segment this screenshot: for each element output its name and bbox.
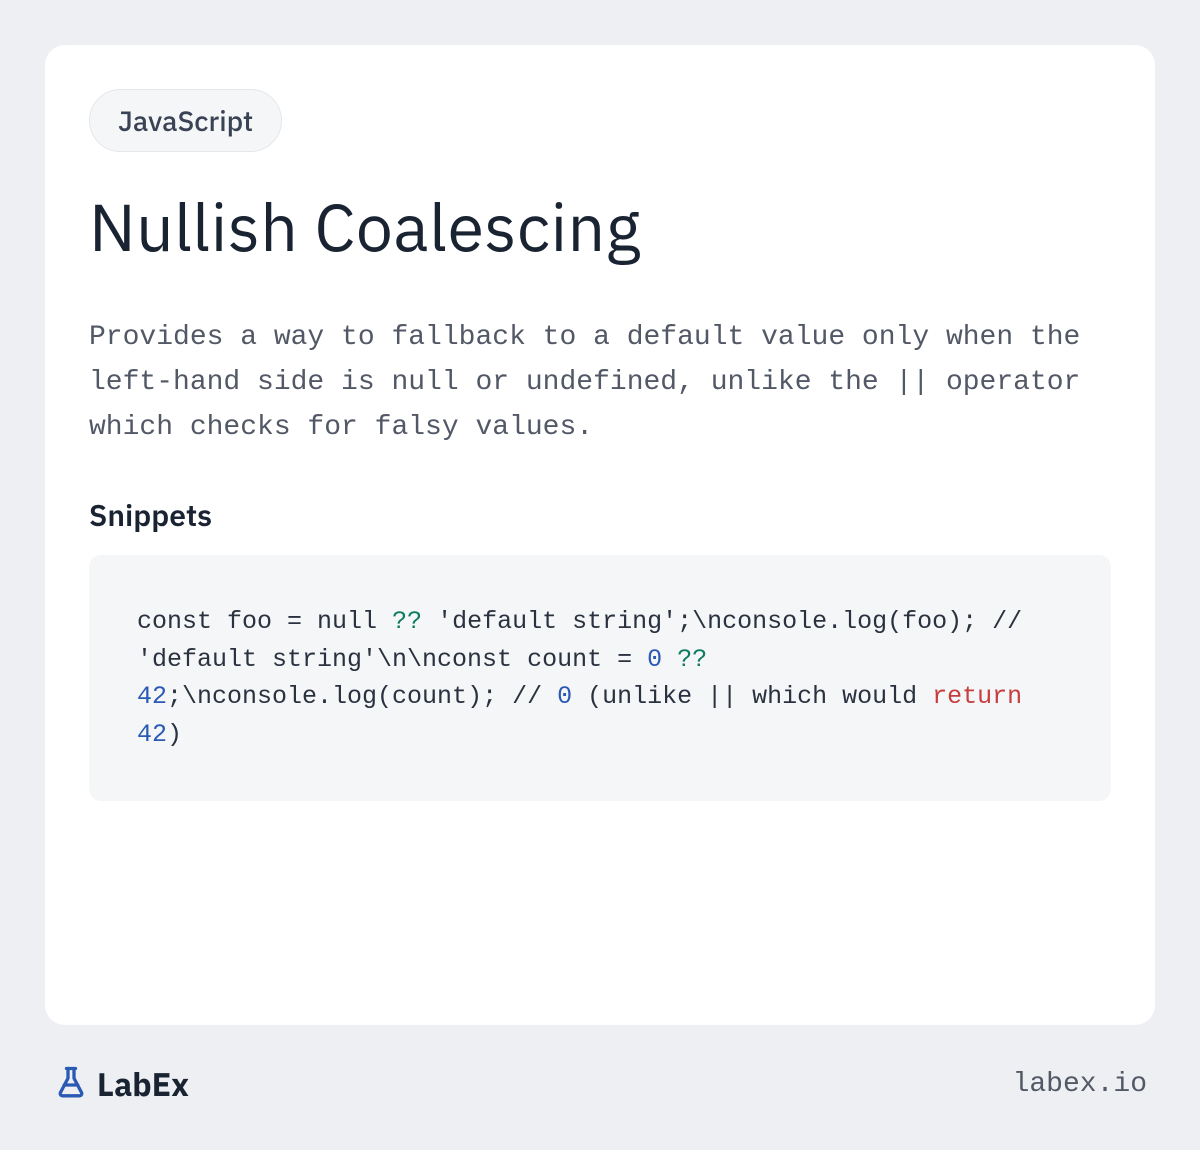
code-token: 0 [557, 682, 572, 711]
description-text: Provides a way to fallback to a default … [89, 316, 1111, 450]
language-tag-label: JavaScript [118, 102, 253, 139]
code-token: 42 [137, 682, 167, 711]
brand-logo: LabEx [53, 1063, 189, 1105]
site-url: labex.io [1013, 1069, 1147, 1100]
code-token: return [932, 682, 1022, 711]
language-tag: JavaScript [89, 89, 282, 152]
page-title: Nullish Coalescing [89, 184, 1111, 270]
code-token: ?? [392, 607, 422, 636]
code-token [662, 645, 677, 674]
code-token: 42 [137, 720, 167, 749]
snippets-heading: Snippets [89, 496, 1111, 535]
flask-icon [53, 1064, 89, 1105]
code-token: const foo = null [137, 607, 392, 636]
code-token: 0 [647, 645, 662, 674]
footer: LabEx labex.io [45, 1063, 1155, 1105]
code-token: ?? [677, 645, 707, 674]
brand-name: LabEx [97, 1063, 189, 1105]
code-snippet-block: const foo = null ?? 'default string';\nc… [89, 555, 1111, 801]
code-token: (unlike || which would [572, 682, 932, 711]
code-token: ) [167, 720, 182, 749]
content-card: JavaScript Nullish Coalescing Provides a… [45, 45, 1155, 1025]
code-token: ;\nconsole.log(count); // [167, 682, 557, 711]
